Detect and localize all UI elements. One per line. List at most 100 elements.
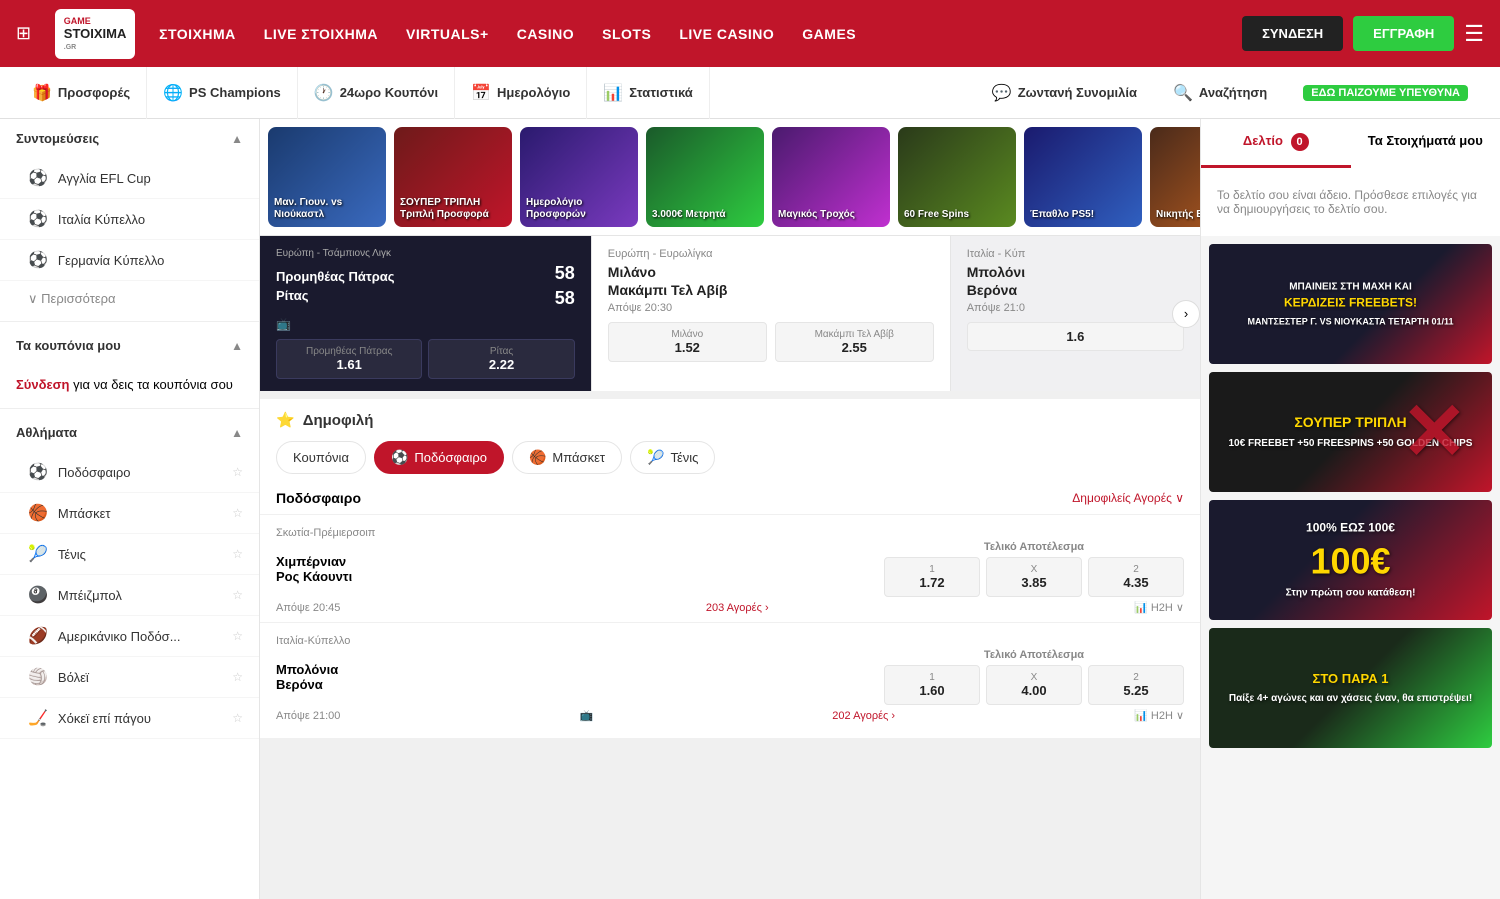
odd-btn-1-maccabi[interactable]: Μακάμπι Τελ Αβίβ 2.55 [775,322,934,362]
tab-football[interactable]: ⚽ Ποδόσφαιρο [374,441,504,474]
hamburger-menu-icon[interactable]: ☰ [1464,21,1484,47]
volleyball-icon: 🏐 [28,667,48,687]
right-banner-para1[interactable]: ΣΤΟ ΠΑΡΑ 1 Παίξε 4+ αγώνες και αν χάσεις… [1209,628,1492,748]
nav-ps-champions[interactable]: 🌐 PS Champions [147,67,298,119]
sidebar-item-basketball[interactable]: 🏀 Μπάσκετ ☆ [0,493,259,534]
right-banner-ps[interactable]: ΜΠΑΙΝΕΙΣ ΣΤΗ ΜΑΧΗ ΚΑΙ ΚΕΡΔΙΖΕΙΣ FREEBETS… [1209,244,1492,364]
match-1-h2h[interactable]: 📊 H2H ∨ [1134,709,1184,722]
search-icon: 🔍 [1173,83,1193,103]
calendar-icon: 📅 [471,83,491,103]
odd-val-0-1: 2.22 [437,357,565,372]
sidebar-item-germany-cup[interactable]: ⚽ Γερμανία Κύπελλο [0,240,259,281]
promo-card-7[interactable]: Νικητής Εβδομάδας [1150,127,1200,227]
promo-card-0[interactable]: Μαν. Γιουν. vs Νιούκαστλ [268,127,386,227]
login-button[interactable]: ΣΥΝΔΕΣΗ [1242,16,1343,51]
sidebar-item-italy-cup[interactable]: ⚽ Ιταλία Κύπελλο [0,199,259,240]
coupon-link-text: για να δεις τα κουπόνια σου [73,377,233,392]
match-1-time: Απόψε 20:30 [608,302,934,314]
more-text: Περισσότερα [41,291,115,306]
promo-card-2[interactable]: Ημερολόγιο Προσφορών [520,127,638,227]
tab-tennis-label: Τένις [670,450,698,465]
sports-label: Αθλήματα [16,425,77,440]
match-0-h2h[interactable]: 📊 H2H ∨ [1134,601,1184,614]
my-bets-label: Τα Στοιχήματά μου [1368,133,1483,148]
sidebar-item-england-efl[interactable]: ⚽ Αγγλία EFL Cup [0,158,259,199]
popular-header: ⭐ Δημοφιλή [260,399,1200,441]
sports-section-header[interactable]: Αθλήματα ▲ [0,413,259,452]
match-row-0-team1: Χιμπέρνιαν [276,554,884,569]
promotions-strip: Μαν. Γιουν. vs Νιούκαστλ ΣΟΥΠΕΡ ΤΡΙΠΛΗ Τ… [260,119,1200,236]
promo-card-1[interactable]: ΣΟΥΠΕΡ ΤΡΙΠΛΗ Τριπλή Προσφορά [394,127,512,227]
sidebar-more-shortcuts[interactable]: ∨ Περισσότερα [0,281,259,317]
para1-banner-subtitle: Παίξε 4+ αγώνες και αν χάσεις έναν, θα ε… [1223,692,1478,706]
odd-btn-0-1[interactable]: Ρίτας 2.22 [428,339,574,379]
nav-promotions[interactable]: 🎁 Προσφορές [16,67,147,119]
match-row-1-league: Ιταλία-Κύπελλο [276,631,1184,649]
nav-stoixima[interactable]: ΣΤΟΙΧΗΜΑ [159,26,236,42]
tab-tennis[interactable]: 🎾 Τένις [630,441,715,474]
nav-search[interactable]: 🔍 Αναζήτηση [1157,67,1283,119]
sidebar-item-baseball[interactable]: 🎱 Μπέιζμπολ ☆ [0,575,259,616]
promo-card-4[interactable]: Μαγικός Τροχός [772,127,890,227]
right-banner-percent[interactable]: 100% ΕΩΣ 100€ 100€ Στην πρώτη σου κατάθε… [1209,500,1492,620]
odd-val-0-0: 1.61 [285,357,413,372]
odd-btn-1-milano[interactable]: Μιλάνο 1.52 [608,322,767,362]
nav-live-chat[interactable]: 💬 Ζωντανή Συνομιλία [976,67,1153,119]
nav-24h-coupon[interactable]: 🕐 24ωρο Κουπόνι [298,67,455,119]
odds-header-label-1: Τελικό Αποτέλεσμα [884,649,1184,661]
coupon-login-prompt: Σύνδεση για να δεις τα κουπόνια σου [0,365,259,404]
nav-live-casino[interactable]: LIVE CASINO [679,26,774,42]
live-match-row: Ευρώπη - Τσάμπιονς Λιγκ Προμηθέας Πάτρας… [260,236,1200,391]
favorite-icon: ☆ [232,506,243,520]
responsible-gaming-badge[interactable]: ΕΔΩ ΠΑΙΖΟΥΜΕ ΥΠΕΥΘΥΝΑ [1287,67,1484,119]
register-button[interactable]: ΕΓΓΡΑΦΗ [1353,16,1454,51]
promo-card-6[interactable]: Έπαθλο PS5! [1024,127,1142,227]
odd-btn-2-0[interactable]: 1.6 [967,322,1184,351]
match-0-markets-count: 203 Αγορές [706,602,762,614]
betslip-empty-message: Το δελτίο σου είναι άδειο. Πρόσθεσε επιλ… [1201,168,1500,236]
match-1-markets-link[interactable]: 202 Αγορές › [832,710,895,722]
betslip-tab-active[interactable]: Δελτίο 0 [1201,119,1351,168]
odd-cell-1-0[interactable]: 1 1.60 [884,665,980,705]
nav-games[interactable]: GAMES [802,26,856,42]
sidebar-item-hockey[interactable]: 🏒 Χόκεϊ επί πάγου ☆ [0,698,259,739]
football-label: Ποδόσφαιρο [58,465,131,480]
brand-logo[interactable]: GAMESTOIXIMA.GR [55,9,135,59]
promo-card-3[interactable]: 3.000€ Μετρητά [646,127,764,227]
nav-casino[interactable]: CASINO [517,26,574,42]
popular-section: ⭐ Δημοφιλή Κουπόνια ⚽ Ποδόσφαιρο 🏀 Μπάσκ… [260,399,1200,738]
nav-calendar[interactable]: 📅 Ημερολόγιο [455,67,587,119]
sidebar-item-tennis[interactable]: 🎾 Τένις ☆ [0,534,259,575]
odd-btn-0-0[interactable]: Προμηθέας Πάτρας 1.61 [276,339,422,379]
tab-coupons[interactable]: Κουπόνια [276,441,366,474]
odd-cell-0-1[interactable]: Χ 3.85 [986,557,1082,597]
nav-virtuals[interactable]: VIRTUALS+ [406,26,489,42]
sidebar-item-volleyball[interactable]: 🏐 Βόλεϊ ☆ [0,657,259,698]
odds-header-label-0: Τελικό Αποτέλεσμα [884,541,1184,553]
sidebar-item-football[interactable]: ⚽ Ποδόσφαιρο ☆ [0,452,259,493]
promo-label-7: Νικητής Εβδομάδας [1156,209,1200,221]
nav-statistics[interactable]: 📊 Στατιστικά [587,67,709,119]
odd-cell-0-0[interactable]: 1 1.72 [884,557,980,597]
coupons-section-header[interactable]: Τα κουπόνια μου ▲ [0,326,259,365]
shortcuts-section-header[interactable]: Συντομεύσεις ▲ [0,119,259,158]
sidebar-item-american-football[interactable]: 🏈 Αμερικάνικο Ποδόσ... ☆ [0,616,259,657]
odd-cell-1-2[interactable]: 2 5.25 [1088,665,1184,705]
grid-icon[interactable]: ⊞ [16,23,31,44]
popular-markets-dropdown[interactable]: Δημοφιλείς Αγορές ∨ [1072,491,1184,505]
favorite-icon: ☆ [232,547,243,561]
hockey-icon: 🏒 [28,708,48,728]
match-0-markets-link[interactable]: 203 Αγορές › [706,602,769,614]
nav-slots[interactable]: SLOTS [602,26,651,42]
coupon-login-link[interactable]: Σύνδεση [16,377,70,392]
odd-cell-0-2[interactable]: 2 4.35 [1088,557,1184,597]
my-bets-tab[interactable]: Τα Στοιχήματά μου [1351,119,1500,168]
tab-basketball[interactable]: 🏀 Μπάσκετ [512,441,622,474]
match-0-odds-row: Προμηθέας Πάτρας 1.61 Ρίτας 2.22 [276,339,575,379]
nav-live-stoixima[interactable]: LIVE ΣΤΟΙΧΗΜΑ [264,26,378,42]
right-banner-triple[interactable]: ΣΟΥΠΕΡ ΤΡΙΠΛΗ 10€ FREEBET +50 FREESPINS … [1209,372,1492,492]
popular-title: Δημοφιλή [303,412,374,429]
match-2-next-button[interactable]: › [1172,300,1200,328]
promo-card-5[interactable]: 60 Free Spins [898,127,1016,227]
odd-cell-1-1[interactable]: Χ 4.00 [986,665,1082,705]
